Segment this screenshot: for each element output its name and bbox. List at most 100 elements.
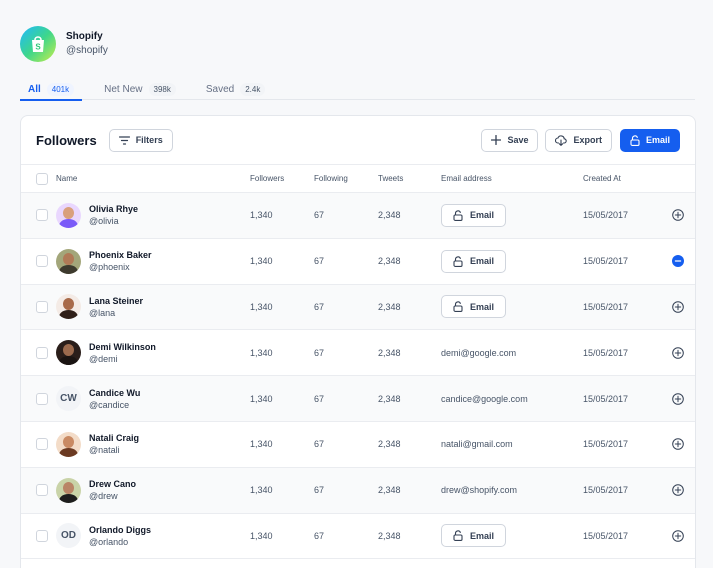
tab-count-badge: 401k [46, 82, 75, 96]
table-row: Drew Cano @drew 1,340 67 2,348 drew@shopify.c… [21, 467, 695, 514]
shopify-logo: S [20, 26, 56, 62]
avatar [56, 477, 81, 503]
table-row: Demi Wilkinson @demi 1,340 67 2,348 demi@goog… [21, 330, 695, 377]
row-checkbox[interactable] [36, 300, 48, 313]
filter-lines-icon [118, 135, 130, 145]
following-count: 67 [314, 485, 325, 496]
following-count: 67 [314, 347, 325, 358]
created-date: 15/05/2017 [583, 393, 629, 404]
tweets-count: 2,348 [378, 393, 401, 404]
column-header-tweets[interactable]: Tweets [378, 174, 441, 183]
row-checkbox[interactable] [36, 392, 48, 405]
row-email-button-label: Email [470, 301, 495, 312]
tweets-count: 2,348 [378, 530, 401, 541]
table-row: Lana Steiner @lana 1,340 67 2,348 Email 15/05/… [21, 284, 695, 331]
row-email-button[interactable]: Email [441, 295, 507, 319]
row-checkbox[interactable] [36, 484, 48, 497]
row-checkbox[interactable] [36, 346, 48, 359]
row-email-button-label: Email [470, 530, 495, 541]
person-name: Olivia Rhye [89, 204, 139, 215]
column-header-email[interactable]: Email address [441, 174, 583, 183]
tweets-count: 2,348 [378, 210, 401, 221]
row-checkbox[interactable] [36, 529, 48, 542]
plus-circle-icon[interactable] [672, 209, 684, 222]
export-button[interactable]: Export [545, 128, 612, 152]
avatar [56, 340, 81, 366]
created-date: 15/05/2017 [583, 347, 629, 358]
email-address: natali@gmail.com [441, 439, 513, 450]
filters-button[interactable]: Filters [108, 128, 173, 152]
lock-unlocked-icon [630, 134, 640, 146]
tweets-count: 2,348 [378, 347, 401, 358]
table-header: Name Followers Following Tweets Email ad… [21, 165, 695, 193]
row-checkbox[interactable] [36, 209, 48, 222]
followers-count: 1,340 [250, 256, 273, 267]
plus-circle-icon[interactable] [672, 301, 684, 313]
row-checkbox[interactable] [36, 255, 48, 268]
row-email-button-label: Email [470, 210, 495, 221]
row-email-button[interactable]: Email [441, 249, 507, 273]
followers-count: 1,340 [250, 439, 273, 450]
tab-all[interactable]: All 401k [20, 78, 83, 101]
person-name: Demi Wilkinson [89, 341, 156, 352]
lock-unlocked-icon [453, 530, 463, 542]
person-name: Phoenix Baker [89, 250, 152, 261]
export-button-label: Export [573, 135, 602, 145]
tab-count-badge: 2.4k [240, 82, 266, 96]
table-row: OD Orlando Diggs @orlando 1,340 67 2,348 Email… [21, 514, 695, 560]
created-date: 15/05/2017 [583, 530, 629, 541]
tab-net-new[interactable]: Net New 398k [96, 78, 184, 100]
minus-circle-icon[interactable] [672, 255, 684, 268]
email-address: demi@google.com [441, 347, 517, 358]
followers-card: Followers Filters Save Export Email Name… [20, 115, 696, 568]
tweets-count: 2,348 [378, 256, 401, 267]
created-date: 15/05/2017 [583, 256, 629, 267]
person-handle: @olivia [89, 216, 119, 227]
row-email-button-label: Email [470, 256, 495, 267]
avatar [56, 431, 81, 457]
following-count: 67 [314, 210, 325, 221]
created-date: 15/05/2017 [583, 485, 629, 496]
column-header-followers[interactable]: Followers [250, 174, 314, 183]
tab-saved[interactable]: Saved 2.4k [198, 78, 273, 100]
card-title: Followers [36, 132, 97, 148]
tweets-count: 2,348 [378, 485, 401, 496]
row-checkbox[interactable] [36, 438, 48, 451]
account-handle: @shopify [66, 45, 108, 56]
lock-unlocked-icon [453, 301, 463, 313]
tab-label: All [28, 83, 41, 95]
plus-circle-icon[interactable] [672, 484, 684, 496]
avatar [56, 294, 81, 320]
following-count: 67 [314, 530, 325, 541]
email-address: candice@google.com [441, 393, 528, 404]
card-toolbar: Followers Filters Save Export Email [21, 116, 695, 165]
select-all-checkbox[interactable] [36, 172, 48, 185]
plus-circle-icon[interactable] [672, 438, 684, 451]
email-button[interactable]: Email [619, 128, 680, 152]
plus-circle-icon[interactable] [672, 346, 684, 359]
row-email-button[interactable]: Email [441, 524, 507, 548]
person-name: Lana Steiner [89, 295, 144, 306]
followers-count: 1,340 [250, 301, 273, 312]
column-header-name[interactable]: Name [56, 174, 250, 183]
column-header-created[interactable]: Created At [583, 174, 663, 183]
shopping-bag-icon: S [32, 36, 44, 52]
person-handle: @natali [89, 445, 120, 456]
table-row: Natali Craig @natali 1,340 67 2,348 natali@gm… [21, 422, 695, 468]
save-button[interactable]: Save [481, 128, 539, 152]
person-handle: @phoenix [89, 262, 130, 273]
column-header-following[interactable]: Following [314, 174, 378, 183]
followers-count: 1,340 [250, 347, 273, 358]
row-email-button[interactable]: Email [441, 203, 507, 227]
following-count: 67 [314, 256, 325, 267]
person-handle: @lana [89, 307, 116, 318]
table-row: Olivia Rhye @olivia 1,340 67 2,348 Email 15/05… [21, 193, 695, 239]
plus-circle-icon[interactable] [672, 392, 684, 405]
email-button-label: Email [645, 135, 670, 145]
plus-circle-icon[interactable] [672, 530, 684, 542]
avatar: CW [56, 386, 81, 412]
created-date: 15/05/2017 [583, 301, 629, 312]
tweets-count: 2,348 [378, 301, 401, 312]
avatar [56, 248, 81, 274]
person-handle: @candice [89, 399, 130, 410]
